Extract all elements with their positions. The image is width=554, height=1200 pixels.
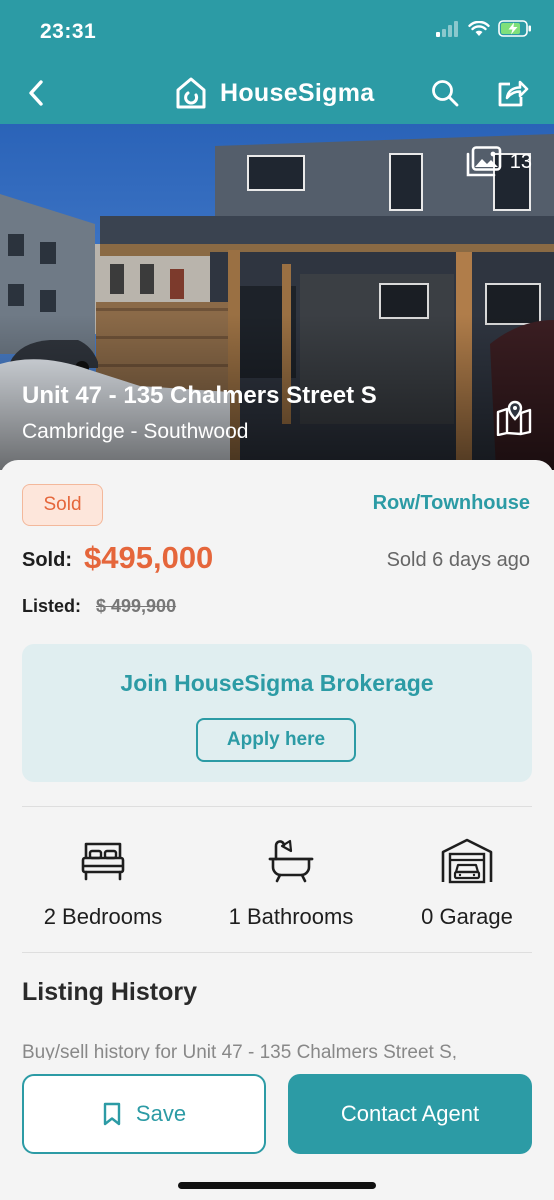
bedrooms-label: 2 Bedrooms (43, 904, 163, 929)
listing-history-title: Listing History (22, 978, 198, 1006)
map-button[interactable] (494, 398, 534, 438)
bathtub-icon (268, 836, 314, 886)
battery-charging-icon (498, 20, 531, 37)
save-label: Save (135, 1101, 187, 1126)
search-button[interactable] (428, 76, 462, 110)
cellular-signal-icon (436, 20, 458, 37)
divider (22, 806, 532, 807)
bed-icon (80, 836, 126, 886)
brokerage-promo: Join HouseSigma Brokerage Apply here (22, 644, 532, 782)
feature-bathrooms: 1 Bathrooms (206, 836, 376, 930)
nav-bar: HouseSigma (0, 62, 554, 124)
photo-gallery-icon (466, 146, 502, 177)
apply-button[interactable]: Apply here (196, 718, 356, 762)
home-indicator[interactable] (178, 1182, 376, 1189)
brand-name: HouseSigma (220, 78, 375, 107)
status-time: 23:31 (40, 20, 97, 43)
bathrooms-label: 1 Bathrooms (228, 904, 354, 929)
listing-address: Unit 47 - 135 Chalmers Street S (22, 382, 377, 409)
status-icons (436, 20, 532, 37)
housesigma-logo-icon (176, 77, 206, 109)
map-icon (496, 400, 532, 436)
sold-label: Sold: (22, 549, 72, 571)
wifi-icon (468, 20, 490, 36)
share-button[interactable] (494, 76, 532, 110)
garage-icon (440, 836, 494, 886)
contact-agent-button[interactable]: Contact Agent (288, 1074, 532, 1154)
listed-price: $ 499,900 (96, 596, 177, 616)
status-badge: Sold (22, 484, 103, 526)
save-button[interactable]: Save (22, 1074, 266, 1154)
promo-title: Join HouseSigma Brokerage (120, 670, 434, 696)
photo-count[interactable]: 13 (466, 146, 532, 178)
feature-bedrooms: 2 Bedrooms (18, 836, 188, 930)
listing-photo[interactable]: 13 Unit 47 - 135 Chalmers Street S Cambr… (0, 124, 554, 470)
back-button[interactable] (18, 74, 54, 112)
sold-date: Sold 6 days ago (386, 549, 530, 571)
photo-count-label: 13 (509, 150, 532, 173)
divider (22, 952, 532, 953)
sold-price: $495,000 (84, 540, 214, 575)
brand-logo: HouseSigma (174, 75, 374, 111)
chevron-left-icon (29, 80, 43, 106)
listing-area: Cambridge - Southwood (22, 420, 249, 443)
share-icon (498, 80, 529, 107)
property-type: Row/Townhouse (372, 492, 530, 514)
status-bar: 23:31 (0, 0, 554, 62)
feature-garage: 0 Garage (382, 836, 552, 930)
bookmark-icon (103, 1102, 121, 1126)
garage-label: 0 Garage (421, 904, 513, 929)
search-icon (432, 80, 459, 107)
listed-label: Listed: (22, 596, 82, 616)
bottom-action-bar: Save Contact Agent (0, 1060, 554, 1200)
